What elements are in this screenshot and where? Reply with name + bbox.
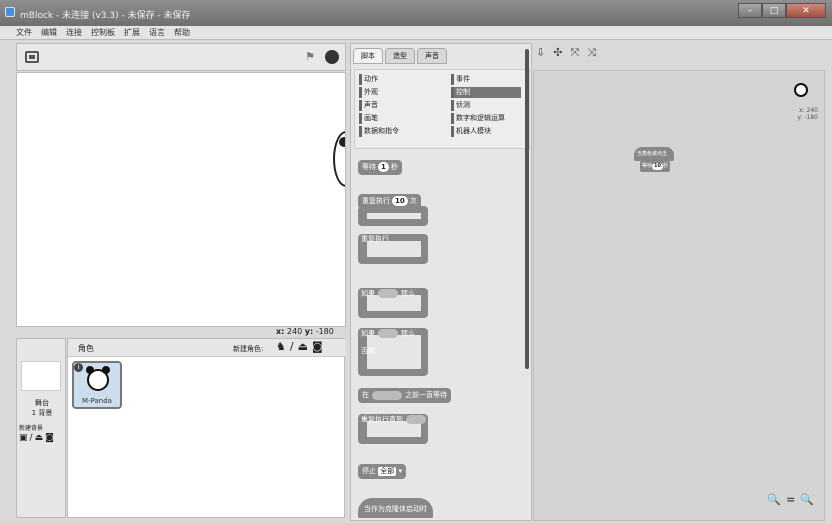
mouse-coordinates: x: 240 y: -180	[276, 327, 334, 336]
zoom-out-icon[interactable]: 🔍	[767, 493, 781, 506]
script-wait-block[interactable]: 等待 10 秒	[640, 161, 670, 172]
coord-y: -180	[315, 327, 334, 336]
panda-icon	[86, 366, 110, 391]
category-data[interactable]: 数据和指令	[359, 126, 399, 137]
backdrop-library-icon[interactable]: ▣	[19, 433, 28, 443]
menu-edit[interactable]: 编辑	[41, 27, 57, 38]
sprite-name: M-Panda	[82, 397, 112, 405]
sprites-header: 角色	[78, 344, 94, 353]
category-pen[interactable]: 画笔	[359, 113, 378, 124]
zoom-reset-icon[interactable]: =	[786, 493, 795, 506]
block-stop[interactable]: 停止 全部 ▾	[358, 464, 406, 479]
script-hat-block[interactable]: 当角色被点击	[634, 147, 674, 161]
stop-icon[interactable]	[325, 50, 339, 64]
tab-sounds[interactable]: 声音	[417, 48, 447, 64]
block-wait[interactable]: 等待 1 秒	[358, 160, 402, 175]
script-area[interactable]: x: 240 y: -180 当角色被点击 等待 10 秒 🔍 = 🔍	[533, 70, 825, 521]
category-looks[interactable]: 外观	[359, 87, 378, 98]
tab-scripts[interactable]: 脚本	[353, 48, 383, 64]
current-sprite-position: x: 240 y: -180	[797, 107, 818, 121]
block-forever[interactable]: 重复执行	[358, 234, 428, 264]
coord-x: 240	[286, 327, 303, 336]
script-stack[interactable]: 当角色被点击 等待 10 秒	[634, 147, 678, 183]
upload-backdrop-icon[interactable]: ⏏	[35, 433, 44, 443]
stop-option-dropdown[interactable]: 全部	[378, 467, 397, 476]
stage-canvas[interactable]	[16, 72, 346, 327]
new-backdrop-label: 新建背景	[19, 425, 44, 432]
blocks-panel: 脚本 造型 声音 动作 外观 声音 画笔 数据和指令 事件 控制 侦测 数字和逻…	[350, 43, 532, 521]
menu-help[interactable]: 帮助	[174, 27, 190, 38]
block-palette: 等待 1 秒 重复执行 10 次 重复执行 如果 那么 如果 那么 否则 在之前一直等待 重…	[354, 152, 530, 518]
camera-backdrop-icon[interactable]: ◙	[45, 433, 54, 443]
category-control[interactable]: 控制	[451, 87, 521, 98]
app-icon	[5, 7, 15, 17]
fullscreen-icon[interactable]	[25, 51, 39, 63]
category-events[interactable]: 事件	[451, 74, 470, 85]
info-icon[interactable]: i	[74, 363, 83, 372]
menu-connect[interactable]: 连接	[66, 27, 82, 38]
paint-sprite-icon[interactable]: /	[290, 340, 294, 353]
category-operators[interactable]: 数字和逻辑运算	[451, 113, 505, 124]
sprite-tile[interactable]: i M-Panda	[72, 361, 122, 409]
upload-sprite-icon[interactable]: ⏏	[298, 340, 308, 353]
category-sensing[interactable]: 侦测	[451, 100, 470, 111]
duplicate-icon[interactable]: ⇩	[536, 46, 545, 60]
camera-sprite-icon[interactable]: ◙	[312, 340, 323, 353]
green-flag-icon[interactable]: ⚑	[305, 51, 317, 62]
minimize-button[interactable]: –	[738, 3, 762, 18]
sprite-list: 角色 新建角色: ♞ / ⏏ ◙ i M-Panda	[67, 338, 346, 518]
grow-icon[interactable]: ⤧	[570, 46, 579, 60]
else-label: 否则	[361, 347, 375, 355]
palette-scrollbar[interactable]	[525, 49, 529, 369]
category-list: 动作 外观 声音 画笔 数据和指令 事件 控制 侦测 数字和逻辑运算 机器人模块	[354, 69, 530, 149]
tab-costumes[interactable]: 造型	[385, 48, 415, 64]
menu-extensions[interactable]: 扩展	[124, 27, 140, 38]
category-robots[interactable]: 机器人模块	[451, 126, 491, 137]
block-when-clone[interactable]: 当作为克隆体启动时	[358, 498, 433, 518]
block-wait-until[interactable]: 在之前一直等待	[358, 388, 451, 403]
stage-label: 舞台	[35, 399, 49, 407]
new-sprite-label: 新建角色:	[233, 345, 264, 353]
stage-panel: 舞台 1 背景 新建背景 ▣ / ⏏ ◙	[16, 338, 66, 518]
sprite-ear	[339, 137, 345, 147]
shrink-icon[interactable]: ⤨	[587, 46, 596, 60]
category-sound[interactable]: 声音	[359, 100, 378, 111]
menu-language[interactable]: 语言	[149, 27, 165, 38]
menu-boards[interactable]: 控制板	[91, 27, 115, 38]
block-if-else[interactable]: 如果 那么 否则	[358, 328, 428, 376]
sprite-library-icon[interactable]: ♞	[276, 340, 286, 353]
category-motion[interactable]: 动作	[359, 74, 378, 85]
backdrop-count: 1 背景	[31, 409, 53, 417]
block-if-then[interactable]: 如果 那么	[358, 288, 428, 318]
repeat-c-body	[358, 206, 428, 226]
menu-bar: 文件 编辑 连接 控制板 扩展 语言 帮助	[0, 26, 832, 40]
menu-file[interactable]: 文件	[16, 27, 32, 38]
window-title: mBlock - 未连接 (v3.3) - 未保存 - 未保存	[20, 11, 191, 21]
delete-icon[interactable]: ✣	[553, 46, 562, 60]
paint-backdrop-icon[interactable]: /	[30, 433, 33, 443]
stage-thumbnail[interactable]	[21, 361, 61, 391]
current-sprite-icon	[790, 79, 812, 101]
close-button[interactable]: ✕	[786, 3, 826, 18]
block-repeat-until[interactable]: 重复执行直到	[358, 414, 428, 444]
zoom-in-icon[interactable]: 🔍	[800, 493, 814, 506]
maximize-button[interactable]: □	[762, 3, 786, 18]
stage-toolbar: ⚑	[16, 43, 346, 71]
title-bar: mBlock - 未连接 (v3.3) - 未保存 - 未保存 – □ ✕	[0, 0, 832, 26]
